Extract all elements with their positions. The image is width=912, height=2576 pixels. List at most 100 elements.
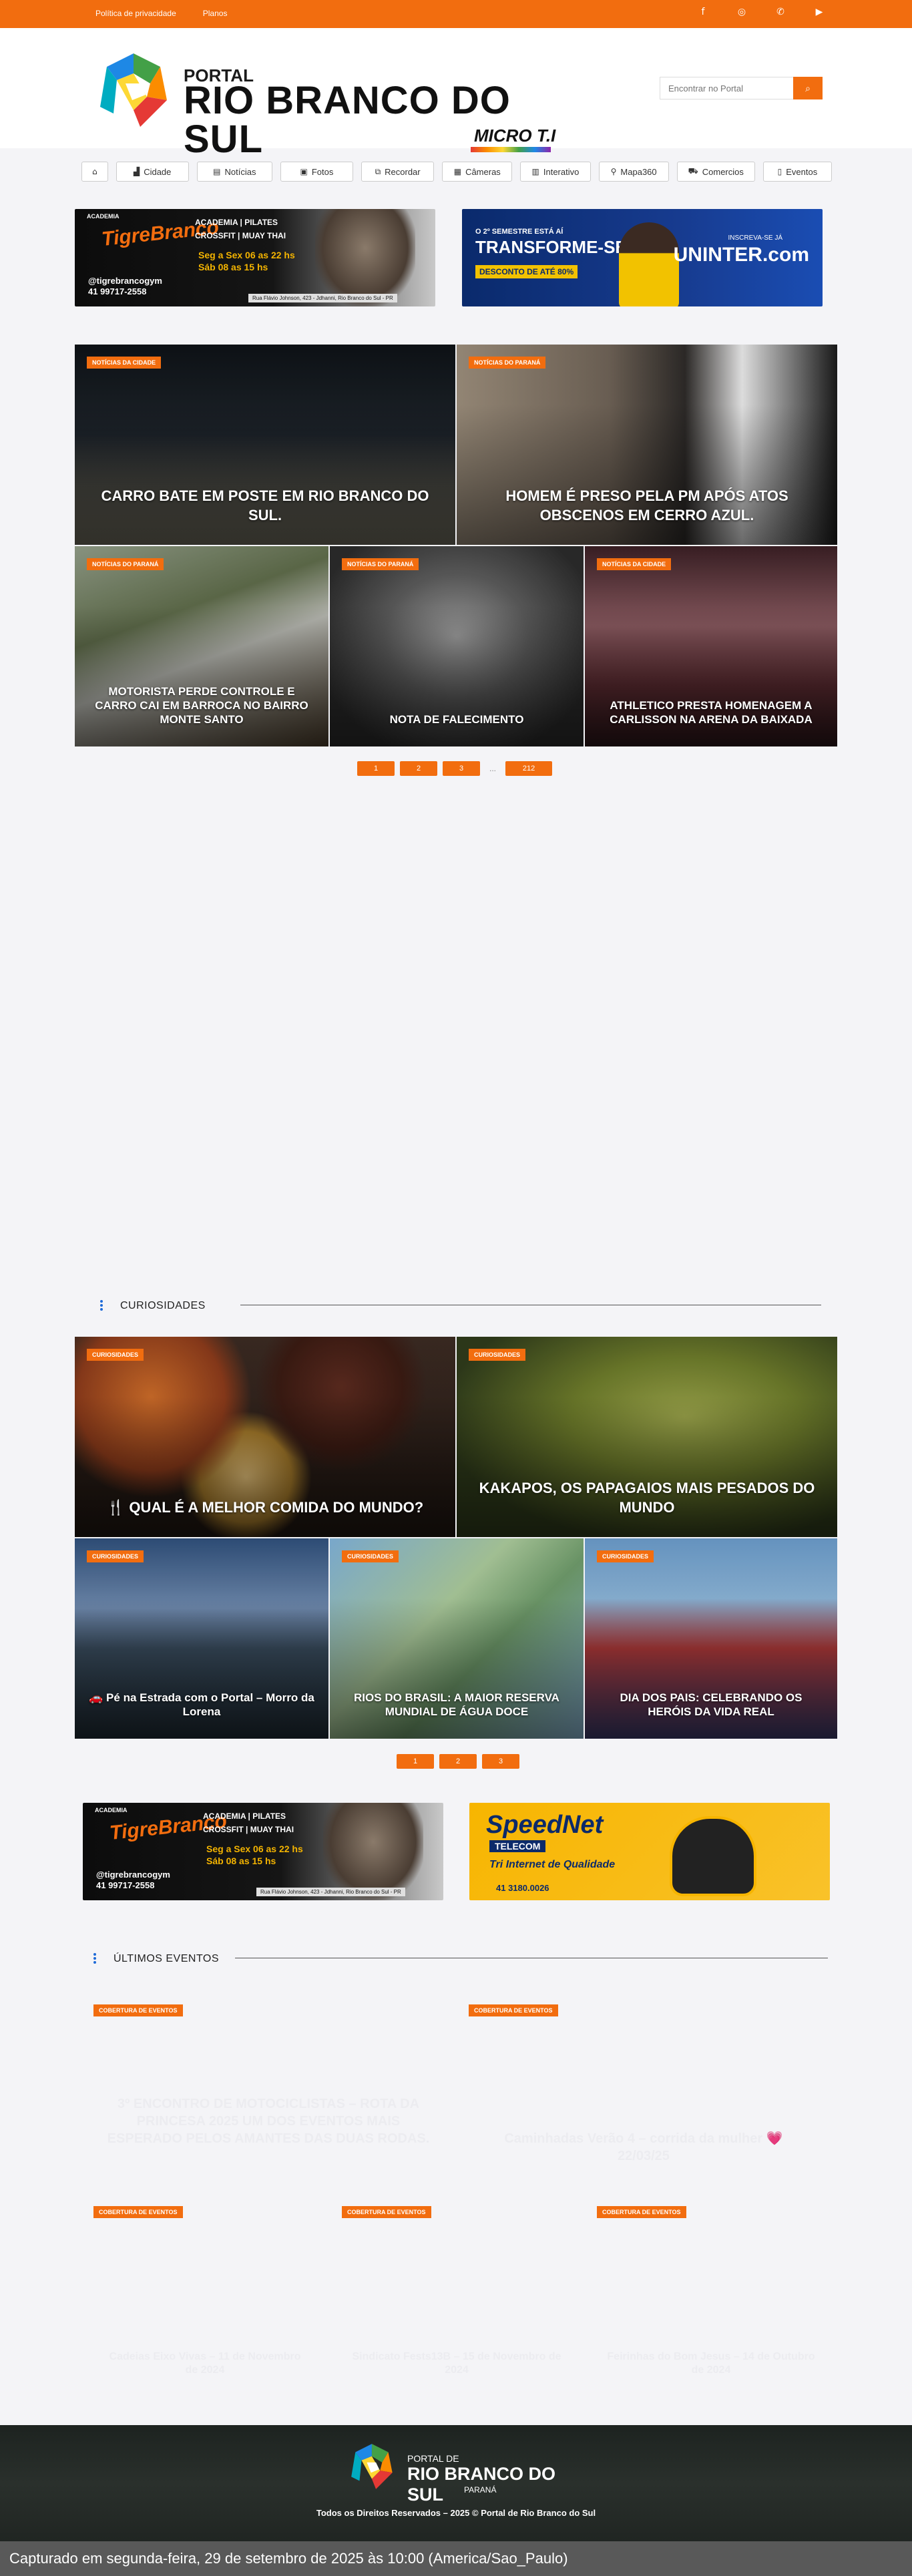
plans-link[interactable]: Planos xyxy=(203,9,228,18)
curiosity-title[interactable]: DIA DOS PAIS: CELEBRANDO OS HERÓIS DA VI… xyxy=(598,1691,824,1719)
ad-tigre-services: ACADEMIA | PILATES CROSSFIT | MUAY THAI xyxy=(203,1811,294,1834)
curiosity-title[interactable]: 🚗 Pé na Estrada com o Portal – Morro da … xyxy=(88,1691,315,1719)
page-button[interactable]: 2 xyxy=(439,1754,477,1769)
curiosity-category[interactable]: Curiosidades xyxy=(342,1550,399,1562)
search-button[interactable]: ⌕ xyxy=(793,77,823,99)
ad-tigre-branco[interactable]: ACADEMIA TigreBranco ACADEMIA | PILATES … xyxy=(75,209,435,306)
ad-speednet[interactable]: SpeedNet TELECOM Tri Internet de Qualida… xyxy=(469,1803,830,1900)
nav-eventos[interactable]: ▯ Eventos xyxy=(762,162,833,182)
curiosity-card[interactable]: Curiosidades 🍴 QUAL É A MELHOR COMIDA DO… xyxy=(75,1337,455,1537)
nav-recordar[interactable]: ⧉ Recordar xyxy=(361,162,435,182)
search-input[interactable] xyxy=(660,77,793,99)
event-title[interactable]: Cadeias Eixo Vivas – 11 de Novembro de 2… xyxy=(101,2350,308,2377)
curiosity-category[interactable]: Curiosidades xyxy=(87,1349,144,1361)
news-card[interactable]: Notícias do Paraná NOTA DE FALECIMENTO xyxy=(330,546,584,746)
event-card[interactable]: Cobertura de Eventos Sindicato Fests13B … xyxy=(330,2203,584,2404)
curiosity-title[interactable]: 🍴 QUAL É A MELHOR COMIDA DO MUNDO? xyxy=(88,1498,442,1517)
nav-cidade[interactable]: ▟ Cidade xyxy=(116,162,189,182)
news-category[interactable]: Notícias da Cidade xyxy=(87,357,162,369)
instagram-icon[interactable]: ◎ xyxy=(736,7,748,17)
ad-tigre-address: Rua Flávio Johnson, 423 - Jdhanni, Rio B… xyxy=(248,294,397,302)
event-category[interactable]: Cobertura de Eventos xyxy=(93,2206,183,2218)
nav-label: Câmeras xyxy=(465,166,501,177)
nav-home[interactable]: ⌂ xyxy=(81,162,108,182)
curiosity-card[interactable]: Curiosidades 🚗 Pé na Estrada com o Porta… xyxy=(75,1538,328,1739)
news-card[interactable]: Notícias do Paraná HOMEM É PRESO PELA PM… xyxy=(457,345,837,545)
page-button[interactable]: 1 xyxy=(397,1754,434,1769)
news-title[interactable]: HOMEM É PRESO PELA PM APÓS ATOS OBSCENOS… xyxy=(470,486,824,525)
top-links: Política de privacidade Planos xyxy=(95,9,227,18)
nav-label: Recordar xyxy=(385,166,421,177)
search-icon: ⌕ xyxy=(805,82,811,93)
page-button[interactable]: 3 xyxy=(482,1754,519,1769)
news-category[interactable]: Notícias da Cidade xyxy=(597,558,672,570)
nav-mapa360[interactable]: ⚲ Mapa360 xyxy=(598,162,669,182)
event-title[interactable]: 3º ENCONTRO DE MOTOCICLISTAS – ROTA DA P… xyxy=(101,2095,435,2147)
nav-fotos[interactable]: ▣ Fotos xyxy=(280,162,354,182)
event-category[interactable]: Cobertura de Eventos xyxy=(93,2004,183,2016)
ad-tigre-top: ACADEMIA xyxy=(87,213,120,220)
curiosity-card[interactable]: Curiosidades KAKAPOS, OS PAPAGAIOS MAIS … xyxy=(457,1337,837,1537)
curiosity-card[interactable]: Curiosidades DIA DOS PAIS: CELEBRANDO OS… xyxy=(585,1538,837,1739)
nav-label: Notícias xyxy=(224,166,256,177)
site-logo[interactable]: PORTAL RIO BRANCO DO SUL MICRO T.I xyxy=(93,47,601,159)
event-category[interactable]: Cobertura de Eventos xyxy=(597,2206,686,2218)
city-icon: ▟ xyxy=(133,167,140,176)
news-card[interactable]: Notícias da Cidade ATHLETICO PRESTA HOME… xyxy=(585,546,837,746)
section-title: ÚLTIMOS EVENTOS xyxy=(113,1953,220,1964)
ad-tigre-branco[interactable]: ACADEMIA TigreBranco ACADEMIA | PILATES … xyxy=(83,1803,443,1900)
curiosity-category[interactable]: Curiosidades xyxy=(87,1550,144,1562)
nav-comercios[interactable]: ⛟ Comercios xyxy=(676,162,755,182)
page-button[interactable]: 3 xyxy=(443,761,480,776)
event-title[interactable]: Caminhadas Verão 4 – corrida da mulher 💗… xyxy=(477,2130,811,2165)
footer-portal-text: PORTAL DE xyxy=(407,2453,459,2464)
event-card[interactable]: Cobertura de Eventos Caminhadas Verão 4 … xyxy=(457,2002,831,2202)
nav-noticias[interactable]: ▤ Notícias xyxy=(196,162,272,182)
news-title[interactable]: ATHLETICO PRESTA HOMENAGEM A CARLISSON N… xyxy=(598,698,824,726)
page-button[interactable]: 1 xyxy=(357,761,395,776)
ad-uninter-top: O 2º SEMESTRE ESTÁ AÍ xyxy=(475,228,563,236)
event-title[interactable]: Sindicato Fests13B – 15 de Novembro de 2… xyxy=(350,2350,563,2377)
curiosity-title[interactable]: KAKAPOS, OS PAPAGAIOS MAIS PESADOS DO MU… xyxy=(470,1478,824,1517)
news-title[interactable]: MOTORISTA PERDE CONTROLE E CARRO CAI EM … xyxy=(88,684,315,726)
site-footer: PORTAL DE RIO BRANCO DO SUL PARANÁ Todos… xyxy=(0,2425,912,2541)
curiosity-card[interactable]: Curiosidades RIOS DO BRASIL: A MAIOR RES… xyxy=(330,1538,584,1739)
news-category[interactable]: Notícias do Paraná xyxy=(342,558,419,570)
event-card[interactable]: Cobertura de Eventos Cadeias Eixo Vivas … xyxy=(81,2203,328,2404)
curiosity-title[interactable]: RIOS DO BRASIL: A MAIOR RESERVA MUNDIAL … xyxy=(343,1691,570,1719)
page-button[interactable]: 212 xyxy=(505,761,553,776)
news-card[interactable]: Notícias do Paraná MOTORISTA PERDE CONTR… xyxy=(75,546,328,746)
event-card[interactable]: Cobertura de Eventos 3º ENCONTRO DE MOTO… xyxy=(81,2002,455,2202)
news-card[interactable]: Notícias da Cidade CARRO BATE EM POSTE E… xyxy=(75,345,455,545)
newspaper-icon: ▤ xyxy=(213,167,221,176)
nav-interativo[interactable]: ▥ Interativo xyxy=(520,162,591,182)
event-card[interactable]: Cobertura de Eventos Feirinhas do Bom Je… xyxy=(585,2203,837,2404)
whatsapp-icon[interactable]: ✆ xyxy=(774,7,786,17)
curiosity-category[interactable]: Curiosidades xyxy=(597,1550,654,1562)
news-title[interactable]: NOTA DE FALECIMENTO xyxy=(343,712,570,726)
ad-uninter-photo xyxy=(619,222,679,306)
news-title[interactable]: CARRO BATE EM POSTE EM RIO BRANCO DO SUL… xyxy=(88,486,442,525)
privacy-link[interactable]: Política de privacidade xyxy=(95,9,176,18)
footer-logo[interactable]: PORTAL DE RIO BRANCO DO SUL PARANÁ xyxy=(347,2440,567,2505)
event-category[interactable]: Cobertura de Eventos xyxy=(469,2004,558,2016)
ad-uninter-headline: TRANSFORME-SE xyxy=(475,237,627,257)
facebook-icon[interactable]: f xyxy=(697,7,709,17)
event-title[interactable]: Feirinhas do Bom Jesus – 14 de Outubro d… xyxy=(605,2350,817,2377)
youtube-icon[interactable]: ▶ xyxy=(813,7,825,17)
book-icon: ▯ xyxy=(777,167,782,176)
nav-cameras[interactable]: ▦ Câmeras xyxy=(442,162,513,182)
curiosity-category[interactable]: Curiosidades xyxy=(469,1349,526,1361)
section-dots-icon xyxy=(100,1300,103,1312)
ad-uninter[interactable]: O 2º SEMESTRE ESTÁ AÍ TRANSFORME-SE DESC… xyxy=(462,209,823,306)
camera-icon: ▦ xyxy=(453,167,462,176)
news-category[interactable]: Notícias do Paraná xyxy=(87,558,164,570)
news-category[interactable]: Notícias do Paraná xyxy=(469,357,546,369)
event-category[interactable]: Cobertura de Eventos xyxy=(342,2206,431,2218)
nav-label: Cidade xyxy=(144,166,172,177)
brand-rainbow-bar xyxy=(471,147,551,152)
ad-tigre-top: ACADEMIA xyxy=(95,1807,128,1813)
page-button[interactable]: 2 xyxy=(400,761,437,776)
ad-tigre-address: Rua Flávio Johnson, 423 - Jdhanni, Rio B… xyxy=(256,1888,405,1896)
images-icon: ⧉ xyxy=(375,166,381,176)
